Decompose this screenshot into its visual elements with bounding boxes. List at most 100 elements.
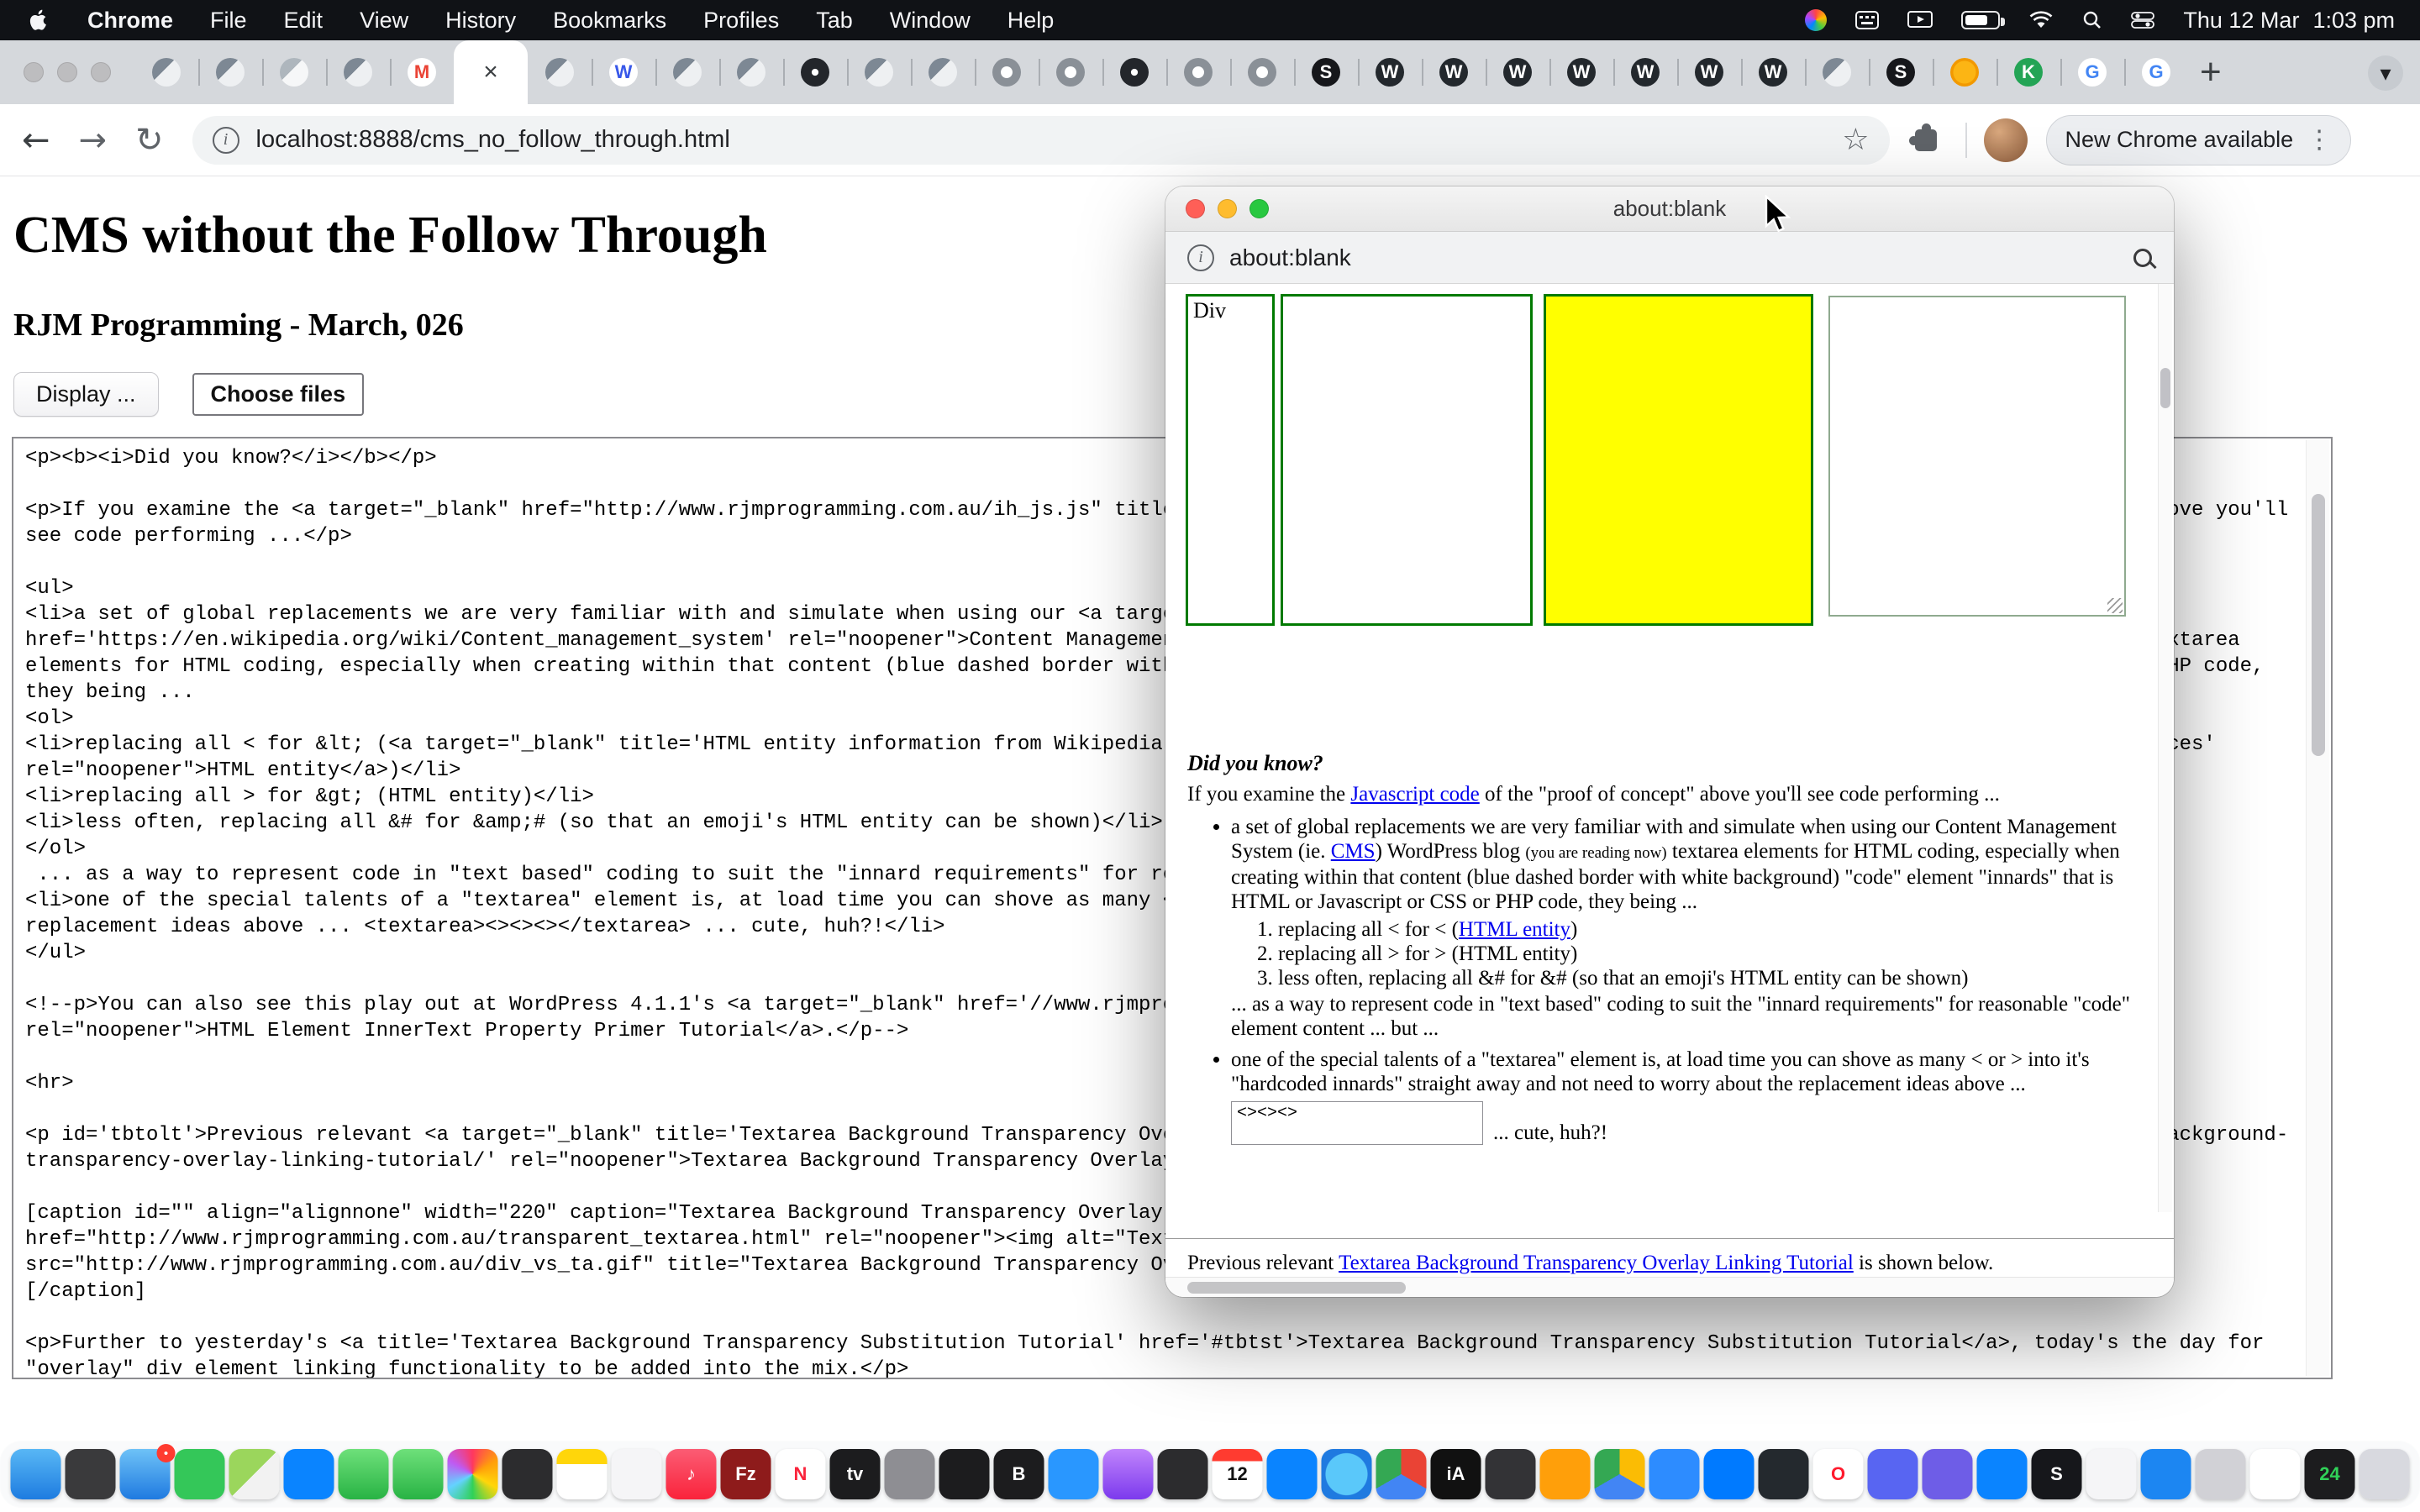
- browser-tab[interactable]: [326, 40, 390, 104]
- browser-tab[interactable]: [655, 40, 719, 104]
- browser-menu-icon[interactable]: ⋮: [2307, 125, 2332, 155]
- browser-tab[interactable]: G: [2060, 40, 2124, 104]
- dock-icon[interactable]: [2086, 1449, 2137, 1499]
- minimize-window-button[interactable]: [57, 62, 77, 82]
- browser-tab[interactable]: [1230, 40, 1294, 104]
- scrollbar-thumb[interactable]: [2312, 494, 2325, 756]
- dock-icon[interactable]: 12: [1213, 1449, 1263, 1499]
- dock-icon[interactable]: [339, 1449, 389, 1499]
- scrollbar-thumb[interactable]: [2160, 368, 2170, 408]
- close-tab-icon[interactable]: ×: [483, 58, 498, 87]
- dock-icon[interactable]: [885, 1449, 935, 1499]
- browser-tab[interactable]: W: [592, 40, 655, 104]
- browser-tab[interactable]: W: [1358, 40, 1422, 104]
- dock-icon[interactable]: [1868, 1449, 1918, 1499]
- dock-icon[interactable]: [1103, 1449, 1154, 1499]
- browser-tab[interactable]: W: [1613, 40, 1677, 104]
- chrome-update-button[interactable]: New Chrome available ⋮: [2046, 115, 2352, 165]
- bookmark-star-icon[interactable]: ☆: [1842, 123, 1869, 157]
- menu-item[interactable]: Profiles: [703, 8, 779, 34]
- dock-icon[interactable]: [2196, 1449, 2246, 1499]
- spotlight-search-icon[interactable]: [2082, 10, 2102, 30]
- menu-item[interactable]: Tab: [816, 8, 853, 34]
- popup-close-button[interactable]: [1186, 199, 1205, 218]
- menu-item[interactable]: History: [445, 8, 516, 34]
- dock-icon[interactable]: [2250, 1449, 2301, 1499]
- menu-item[interactable]: Edit: [284, 8, 324, 34]
- dock-icon[interactable]: [1923, 1449, 1973, 1499]
- active-tab[interactable]: ×: [454, 40, 528, 104]
- dock-icon[interactable]: [1977, 1449, 2028, 1499]
- dock-icon[interactable]: B: [994, 1449, 1044, 1499]
- profile-avatar[interactable]: [1984, 118, 2028, 162]
- dock-icon[interactable]: tv: [830, 1449, 881, 1499]
- browser-tab[interactable]: [198, 40, 262, 104]
- extensions-icon[interactable]: [1915, 129, 1937, 151]
- browser-tab[interactable]: G: [2124, 40, 2188, 104]
- dock-icon[interactable]: [1267, 1449, 1318, 1499]
- dock-icon[interactable]: [612, 1449, 662, 1499]
- dock-icon[interactable]: [284, 1449, 334, 1499]
- html-entity-link[interactable]: HTML entity: [1459, 918, 1570, 941]
- browser-tab[interactable]: [528, 40, 592, 104]
- forward-button[interactable]: →: [79, 123, 108, 157]
- dock-icon[interactable]: [66, 1449, 116, 1499]
- cms-link[interactable]: CMS: [1331, 840, 1376, 863]
- dock-icon[interactable]: [1376, 1449, 1427, 1499]
- reload-button[interactable]: ↻: [135, 123, 164, 157]
- dock-icon[interactable]: [393, 1449, 444, 1499]
- browser-tab[interactable]: [911, 40, 975, 104]
- browser-tab[interactable]: [719, 40, 783, 104]
- dock-icon[interactable]: [1649, 1449, 1700, 1499]
- menu-item[interactable]: File: [210, 8, 247, 34]
- dock-icon[interactable]: [2360, 1449, 2410, 1499]
- demo-overlay-textarea[interactable]: [1828, 296, 2126, 617]
- popup-zoom-button[interactable]: [1249, 199, 1269, 218]
- browser-tab[interactable]: W: [1422, 40, 1486, 104]
- menu-item[interactable]: View: [360, 8, 408, 34]
- wifi-icon[interactable]: [2028, 10, 2054, 30]
- menu-item[interactable]: Window: [890, 8, 971, 34]
- popup-vertical-scrollbar[interactable]: [2158, 284, 2172, 1212]
- browser-tab[interactable]: W: [1741, 40, 1805, 104]
- textarea-vertical-scrollbar[interactable]: [2306, 440, 2329, 1376]
- display-button[interactable]: Display ...: [13, 372, 159, 417]
- dock-icon[interactable]: [1049, 1449, 1099, 1499]
- zoom-window-button[interactable]: [91, 62, 111, 82]
- browser-tab[interactable]: W: [1549, 40, 1613, 104]
- browser-tab[interactable]: M: [390, 40, 454, 104]
- popup-window[interactable]: about:blank i about:blank Div Did you kn…: [1165, 186, 2174, 1297]
- browser-tab[interactable]: [783, 40, 847, 104]
- popup-url-bar[interactable]: i about:blank: [1165, 232, 2174, 284]
- browser-tab[interactable]: [1805, 40, 1869, 104]
- dock-icon[interactable]: 24: [2305, 1449, 2355, 1499]
- dock-icon[interactable]: [229, 1449, 280, 1499]
- browser-tab[interactable]: [975, 40, 1039, 104]
- input-source-icon[interactable]: [1855, 11, 1879, 29]
- browser-tab[interactable]: [1102, 40, 1166, 104]
- popup-page-info-icon[interactable]: i: [1187, 244, 1214, 271]
- battery-icon[interactable]: [1961, 11, 2000, 29]
- dock-icon[interactable]: N: [776, 1449, 826, 1499]
- browser-tab[interactable]: [1166, 40, 1230, 104]
- site-info-icon[interactable]: i: [213, 127, 239, 154]
- tab-search-button[interactable]: ▾: [2368, 55, 2403, 91]
- dock-icon[interactable]: [1540, 1449, 1591, 1499]
- previous-tutorial-link[interactable]: Textarea Background Transparency Overlay…: [1339, 1252, 1854, 1274]
- dock-icon[interactable]: [11, 1449, 61, 1499]
- menu-item[interactable]: Bookmarks: [553, 8, 666, 34]
- dock-icon[interactable]: Fz: [721, 1449, 771, 1499]
- apple-menu-icon[interactable]: [25, 6, 54, 34]
- control-center-icon[interactable]: [2131, 12, 2154, 29]
- dock-icon[interactable]: [175, 1449, 225, 1499]
- dock-icon[interactable]: [557, 1449, 608, 1499]
- dock-icon[interactable]: S: [2032, 1449, 2082, 1499]
- browser-tab[interactable]: [847, 40, 911, 104]
- browser-tab[interactable]: W: [1677, 40, 1741, 104]
- dock-icon[interactable]: [1158, 1449, 1208, 1499]
- dock-icon[interactable]: [939, 1449, 990, 1499]
- browser-tab[interactable]: W: [1486, 40, 1549, 104]
- close-window-button[interactable]: [24, 62, 44, 82]
- dock-icon[interactable]: O: [1813, 1449, 1864, 1499]
- javascript-code-link[interactable]: Javascript code: [1350, 783, 1479, 806]
